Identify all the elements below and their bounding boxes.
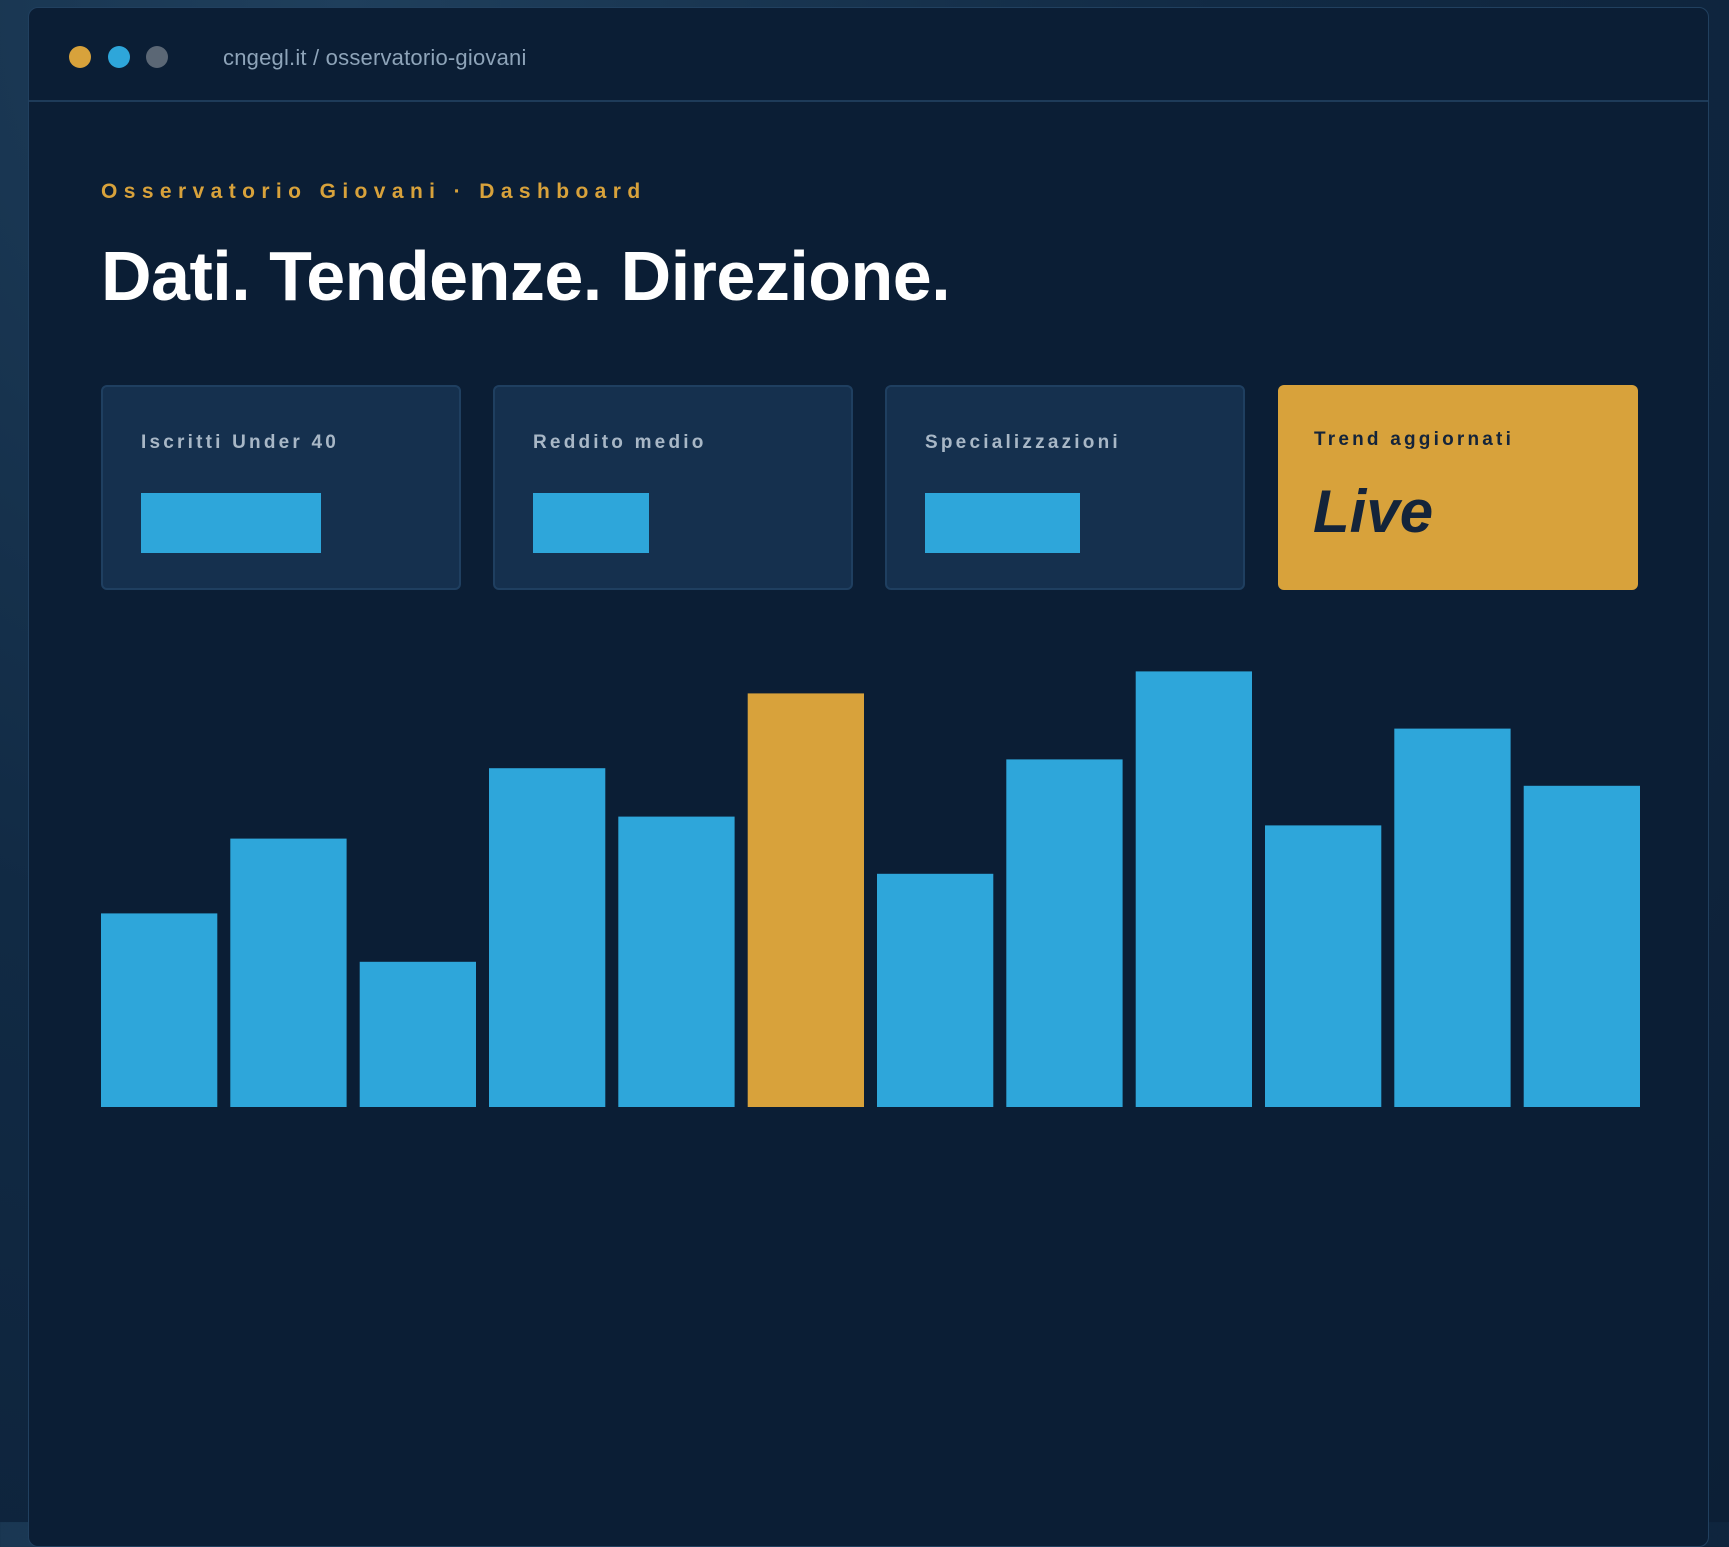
chart-bar[interactable] <box>230 838 347 1107</box>
window-dot-blue[interactable] <box>108 46 130 68</box>
address-text[interactable]: cngegl.it / osservatorio-giovani <box>223 45 527 71</box>
stat-card-live[interactable]: Trend aggiornati Live <box>1278 385 1638 590</box>
page-title: Dati. Tendenze. Direzione. <box>101 237 951 315</box>
live-card-label: Trend aggiornati <box>1314 429 1515 450</box>
bar-chart <box>101 668 1640 1108</box>
chart-bar[interactable] <box>1523 785 1640 1107</box>
chart-bar[interactable] <box>1006 759 1123 1107</box>
stat-card-iscritti[interactable]: Iscritti Under 40 <box>101 385 461 590</box>
stat-cards: Iscritti Under 40 Reddito medio Speciali… <box>101 385 1638 590</box>
window-dot-grey[interactable] <box>146 46 168 68</box>
title-bar: cngegl.it / osservatorio-giovani <box>29 8 1708 102</box>
stat-card-label: Specializzazioni <box>925 432 1121 453</box>
chart-bar[interactable] <box>1265 825 1382 1107</box>
stat-card-label: Iscritti Under 40 <box>141 432 340 453</box>
live-card-value: Live <box>1313 478 1434 545</box>
chart-bar[interactable] <box>877 873 994 1107</box>
chart-bar[interactable] <box>101 913 218 1107</box>
stat-card-fill <box>141 493 322 553</box>
chart-bar[interactable] <box>359 961 476 1107</box>
chart-bar-highlight[interactable] <box>747 693 864 1107</box>
chart-bar[interactable] <box>1135 671 1252 1107</box>
stat-card-fill <box>925 493 1081 553</box>
bar-chart-svg <box>101 671 1640 1107</box>
dashboard-eyebrow: Osservatorio Giovani · Dashboard <box>101 180 647 203</box>
stat-card-track <box>141 493 423 553</box>
stat-card-specializzazioni[interactable]: Specializzazioni <box>885 385 1245 590</box>
browser-window: cngegl.it / osservatorio-giovani Osserva… <box>28 7 1709 1547</box>
stat-card-track <box>925 493 1207 553</box>
window-dot-amber[interactable] <box>69 46 91 68</box>
stat-card-label: Reddito medio <box>533 432 707 453</box>
stat-card-track <box>533 493 815 553</box>
chart-bar[interactable] <box>489 768 606 1107</box>
chart-bar[interactable] <box>618 816 735 1107</box>
chart-bar[interactable] <box>1394 728 1511 1107</box>
stat-card-fill <box>533 493 649 553</box>
stat-card-reddito[interactable]: Reddito medio <box>493 385 853 590</box>
